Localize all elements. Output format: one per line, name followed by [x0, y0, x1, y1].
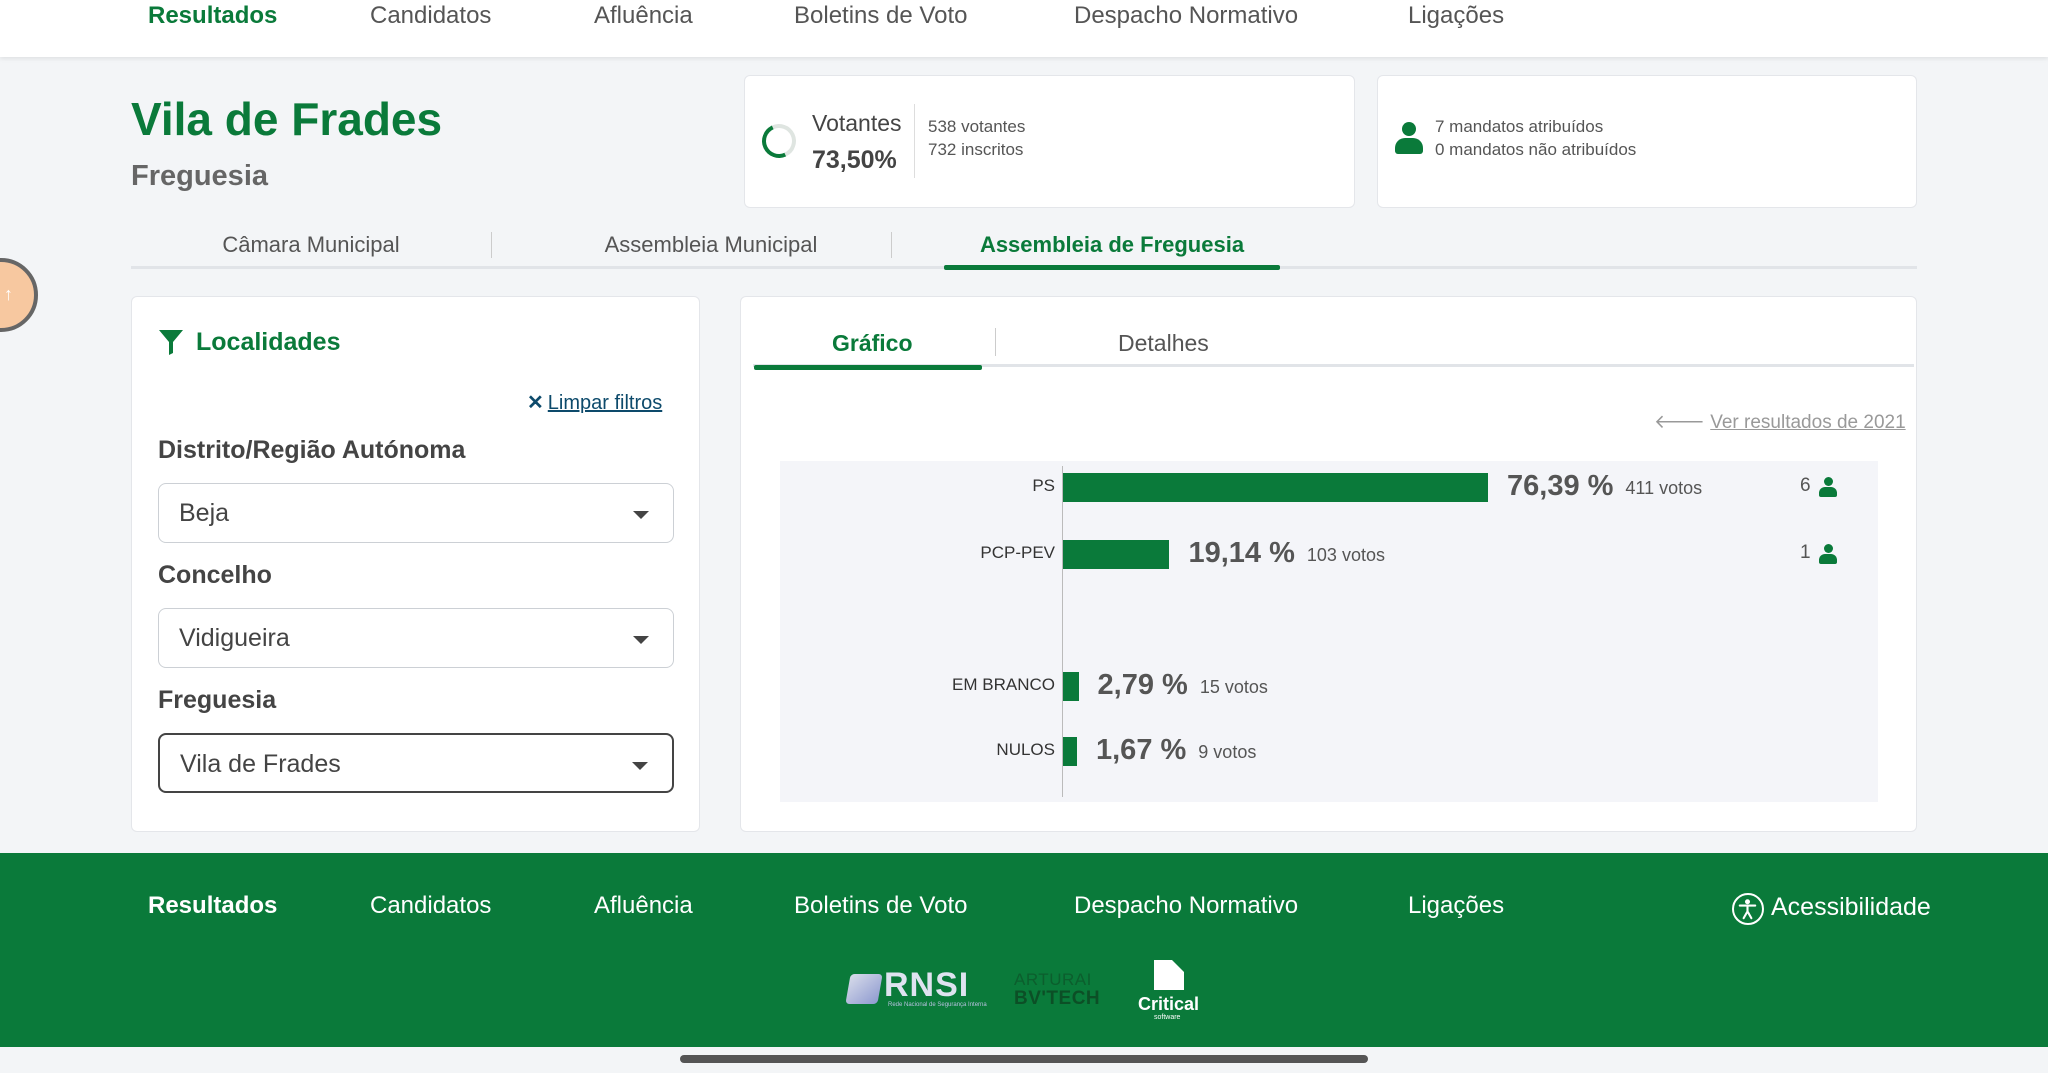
active-tab-indicator	[754, 365, 982, 370]
nav-link-candidatos[interactable]: Candidatos	[370, 0, 491, 32]
footer-link-despacho-normativo[interactable]: Despacho Normativo	[1074, 890, 1298, 922]
tab-grafico[interactable]: Gráfico	[832, 330, 913, 357]
critical-software-logo[interactable]: Critical software	[1136, 958, 1202, 1024]
bar[interactable]	[1063, 539, 1170, 569]
clear-filters-link[interactable]: ✕ Limpar filtros	[527, 390, 662, 415]
bar-votes-label: 411 votos	[1625, 478, 1703, 498]
tab-divider	[891, 232, 892, 258]
rnsi-mark-icon	[845, 974, 883, 1004]
footer-link-candidatos[interactable]: Candidatos	[370, 890, 491, 922]
tab-divider	[491, 232, 492, 258]
scroll-to-top-button[interactable]: ↑	[0, 258, 38, 332]
bar-percent-label: 2,79 %	[1097, 669, 1188, 701]
parish-select[interactable]: Vila de Frades	[158, 733, 674, 793]
filters-title: Localidades	[196, 328, 341, 356]
turnout-percent: 73,50%	[812, 146, 897, 174]
bar-category-label: NULOS	[996, 740, 1055, 759]
municipality-select[interactable]: Vidigueira	[158, 608, 674, 668]
chevron-down-icon	[632, 762, 648, 770]
accessibility-link[interactable]: Acessibilidade	[1771, 893, 1931, 922]
bar-category-label: EM BRANCO	[952, 675, 1055, 694]
nav-link-resultados[interactable]: Resultados	[148, 0, 277, 32]
bar-percent-label: 76,39 %	[1507, 470, 1614, 502]
arrow-left-icon: 🡐	[1654, 412, 1705, 433]
district-value: Beja	[179, 499, 230, 527]
top-navigation: Resultados Candidatos Afluência Boletins…	[0, 0, 2048, 57]
turnout-divider	[914, 104, 915, 178]
filter-icon	[159, 330, 183, 355]
bar-category-label: PCP-PEV	[980, 543, 1055, 562]
bar-votes-label: 103 votos	[1306, 545, 1385, 565]
bar[interactable]	[1063, 671, 1079, 701]
bar-votes-label: 9 votos	[1198, 742, 1257, 762]
footer-link-afluencia[interactable]: Afluência	[594, 890, 693, 922]
chevron-down-icon	[633, 636, 649, 644]
parish-label: Freguesia	[158, 686, 277, 714]
footer: Resultados Candidatos Afluência Boletins…	[0, 853, 2048, 1047]
tab-camara-municipal[interactable]: Câmara Municipal	[131, 232, 491, 258]
person-icon	[1819, 544, 1837, 564]
active-tab-indicator	[944, 265, 1280, 270]
district-label: Distrito/Região Autónoma	[158, 436, 466, 464]
previous-results-link[interactable]: 🡐 Ver resultados de 2021	[1654, 410, 1906, 434]
turnout-label: Votantes	[812, 110, 902, 136]
tab-detalhes[interactable]: Detalhes	[1118, 330, 1209, 357]
arturai-bvtech-logo[interactable]: ARTURAI BV'TECH	[1012, 970, 1102, 1010]
footer-link-resultados[interactable]: Resultados	[148, 890, 277, 922]
mandates-unassigned: 0 mandatos não atribuídos	[1435, 140, 1637, 159]
page-title: Vila de Frades	[131, 93, 443, 145]
person-icon	[1819, 477, 1837, 497]
close-icon: ✕	[527, 392, 544, 414]
bar-percent-label: 19,14 %	[1188, 537, 1295, 569]
tab-divider	[995, 328, 996, 356]
bar-votes-label: 15 votos	[1199, 677, 1268, 697]
critical-mark-icon	[1154, 960, 1184, 990]
municipality-value: Vidigueira	[179, 624, 290, 652]
accessibility-icon[interactable]	[1732, 893, 1764, 925]
nav-link-ligacoes[interactable]: Ligações	[1408, 0, 1504, 32]
turnout-registered: 732 inscritos	[928, 140, 1024, 159]
tab-assembleia-de-freguesia[interactable]: Assembleia de Freguesia	[932, 232, 1292, 258]
footer-link-ligacoes[interactable]: Ligações	[1408, 890, 1504, 922]
parish-value: Vila de Frades	[180, 750, 341, 778]
district-select[interactable]: Beja	[158, 483, 674, 543]
nav-link-despacho-normativo[interactable]: Despacho Normativo	[1074, 0, 1298, 32]
tab-assembleia-municipal[interactable]: Assembleia Municipal	[531, 232, 891, 258]
mandate-count: 6	[1800, 475, 1811, 496]
footer-link-boletins-de-voto[interactable]: Boletins de Voto	[794, 890, 967, 922]
municipality-label: Concelho	[158, 561, 272, 589]
previous-results-label: Ver resultados de 2021	[1710, 412, 1906, 433]
bar[interactable]	[1063, 736, 1077, 766]
rnsi-logo[interactable]: RNSI Rede Nacional de Segurança Interna	[845, 962, 987, 1012]
home-indicator	[680, 1055, 1368, 1063]
turnout-voters: 538 votantes	[928, 117, 1026, 136]
nav-link-afluencia[interactable]: Afluência	[594, 0, 693, 32]
nav-link-boletins-de-voto[interactable]: Boletins de Voto	[794, 0, 967, 32]
turnout-card	[744, 75, 1355, 208]
chevron-down-icon	[633, 511, 649, 519]
page-subtitle: Freguesia	[131, 160, 268, 192]
clear-filters-label: Limpar filtros	[547, 392, 663, 414]
bar-percent-label: 1,67 %	[1096, 734, 1187, 766]
person-icon	[1394, 122, 1424, 156]
arrow-up-icon: ↑	[4, 284, 13, 304]
mandates-assigned: 7 mandatos atribuídos	[1435, 117, 1604, 136]
bar-category-label: PS	[1032, 476, 1055, 495]
mandate-count: 1	[1800, 542, 1811, 563]
bar[interactable]	[1063, 472, 1488, 502]
